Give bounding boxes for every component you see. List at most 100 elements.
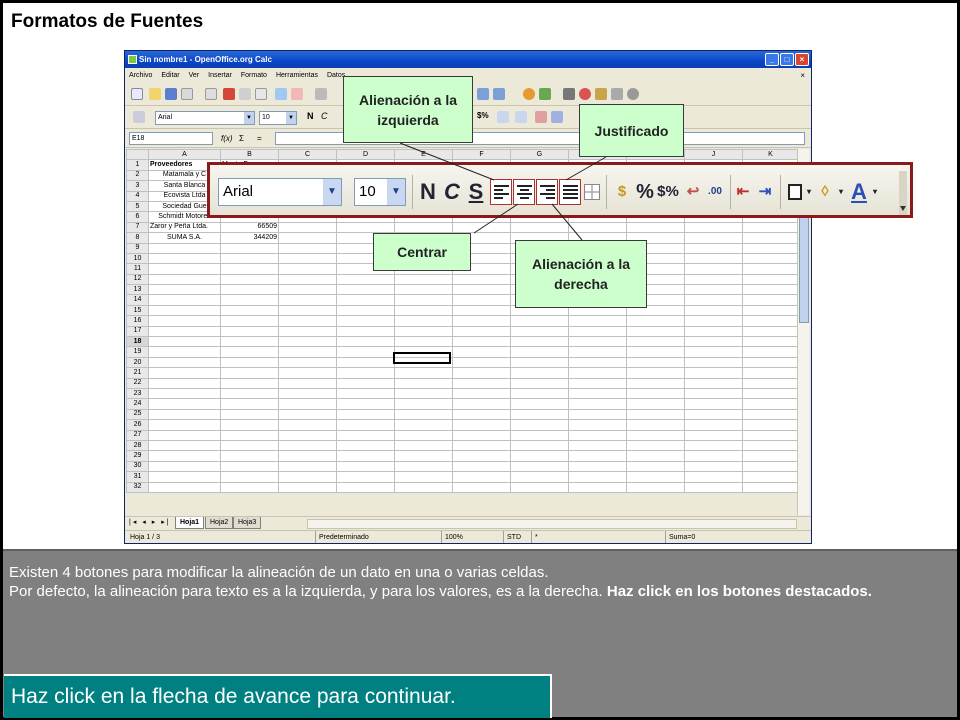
table-cell[interactable] [148, 450, 221, 462]
table-cell[interactable] [742, 273, 799, 286]
table-cell[interactable] [278, 481, 337, 493]
row-header[interactable]: 4 [126, 190, 149, 202]
table-cell[interactable] [278, 232, 337, 244]
column-header[interactable]: K [742, 148, 799, 161]
background-color-dropdown-icon[interactable]: ▾ [836, 180, 846, 204]
table-cell[interactable] [336, 356, 395, 369]
table-cell[interactable] [452, 284, 511, 296]
table-cell[interactable] [684, 460, 743, 473]
table-cell[interactable] [568, 221, 627, 234]
column-header[interactable]: B [220, 148, 279, 161]
table-cell[interactable] [684, 419, 743, 431]
table-cell[interactable] [626, 356, 685, 369]
table-cell[interactable] [278, 242, 337, 254]
table-cell[interactable] [148, 273, 221, 286]
row-header[interactable]: 17 [126, 325, 149, 338]
font-color-button[interactable]: A [848, 180, 870, 204]
bold-button[interactable]: N [416, 179, 440, 205]
menu-herramientas[interactable]: Herramientas [276, 69, 318, 83]
email-icon[interactable] [181, 88, 193, 100]
column-header[interactable]: A [148, 148, 221, 161]
table-cell[interactable] [336, 346, 395, 358]
table-cell[interactable] [568, 419, 627, 431]
table-cell[interactable] [510, 481, 569, 493]
name-box[interactable]: E18 [129, 132, 213, 145]
table-cell[interactable] [220, 294, 279, 306]
delete-decimal-icon[interactable] [515, 111, 527, 123]
table-cell[interactable] [278, 252, 337, 265]
table-cell[interactable] [626, 408, 685, 421]
table-cell[interactable] [452, 387, 511, 400]
align-left-button[interactable] [490, 179, 512, 205]
table-cell[interactable] [568, 398, 627, 410]
table-cell[interactable] [148, 377, 221, 390]
table-cell[interactable] [742, 367, 799, 379]
table-cell[interactable] [568, 325, 627, 338]
table-cell[interactable] [742, 221, 799, 234]
table-cell[interactable] [394, 315, 453, 327]
table-cell[interactable] [336, 398, 395, 410]
datasources-icon[interactable] [611, 88, 623, 100]
document-close-icon[interactable]: × [800, 69, 805, 83]
table-cell[interactable] [626, 221, 685, 234]
table-cell[interactable] [394, 336, 453, 348]
menu-editar[interactable]: Editar [161, 69, 179, 83]
chevron-down-icon[interactable]: ▼ [286, 112, 296, 124]
table-cell[interactable] [684, 471, 743, 483]
row-header[interactable]: 18 [126, 336, 149, 348]
table-cell[interactable] [626, 481, 685, 493]
table-cell[interactable] [684, 377, 743, 390]
table-cell[interactable] [452, 450, 511, 462]
font-color-dropdown-icon[interactable]: ▾ [870, 180, 880, 204]
table-cell[interactable] [220, 356, 279, 369]
table-cell[interactable] [220, 429, 279, 441]
add-decimal-icon[interactable] [497, 111, 509, 123]
table-cell[interactable] [568, 460, 627, 473]
table-cell[interactable] [684, 315, 743, 327]
edit-file-icon[interactable] [205, 88, 217, 100]
navigator-icon[interactable] [563, 88, 575, 100]
table-cell[interactable] [336, 450, 395, 462]
status-zoom[interactable]: 100% [441, 531, 463, 543]
table-cell[interactable] [394, 221, 453, 234]
table-cell[interactable] [220, 242, 279, 254]
table-cell[interactable] [148, 252, 221, 265]
column-header[interactable]: C [278, 148, 337, 161]
table-cell[interactable] [336, 387, 395, 400]
zoom-font-size-combo[interactable]: 10 ▼ [354, 178, 406, 206]
underline-button[interactable]: S [464, 179, 488, 205]
row-header[interactable]: 29 [126, 450, 149, 462]
table-cell[interactable] [278, 408, 337, 421]
table-cell[interactable] [568, 450, 627, 462]
justify-button[interactable] [559, 179, 581, 205]
table-cell[interactable] [510, 221, 569, 234]
table-cell[interactable] [510, 387, 569, 400]
table-cell[interactable] [336, 471, 395, 483]
table-cell[interactable] [148, 481, 221, 493]
table-cell[interactable] [510, 460, 569, 473]
table-cell[interactable] [148, 304, 221, 317]
italic-button[interactable]: C [440, 179, 464, 205]
font-size-combo[interactable]: 10 ▼ [259, 111, 297, 125]
table-cell[interactable] [742, 346, 799, 358]
row-header[interactable]: 2 [126, 169, 149, 182]
table-cell[interactable] [148, 325, 221, 338]
decrease-indent-icon[interactable]: ⇤ [732, 180, 754, 204]
table-cell[interactable] [278, 439, 337, 452]
table-cell[interactable] [452, 429, 511, 441]
table-cell[interactable] [510, 325, 569, 338]
table-cell[interactable] [394, 284, 453, 296]
table-cell[interactable] [626, 429, 685, 441]
table-cell[interactable] [452, 367, 511, 379]
chevron-down-icon[interactable]: ▼ [244, 112, 254, 124]
styles-icon[interactable] [133, 111, 145, 123]
table-cell[interactable] [684, 408, 743, 421]
table-cell[interactable] [510, 471, 569, 483]
table-cell[interactable] [278, 221, 337, 234]
column-header[interactable]: J [684, 148, 743, 161]
gallery-icon[interactable] [595, 88, 607, 100]
table-cell[interactable] [394, 439, 453, 452]
table-cell[interactable] [394, 471, 453, 483]
sum-icon[interactable]: Σ [239, 132, 244, 145]
table-cell[interactable] [394, 387, 453, 400]
